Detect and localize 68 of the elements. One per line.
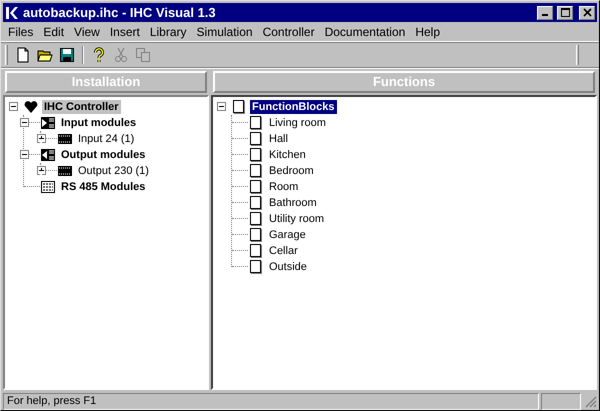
collapse-button[interactable] [217, 102, 226, 111]
collapse-button[interactable] [20, 150, 29, 159]
input-module-icon [40, 115, 56, 131]
tree-item[interactable]: Living room [267, 116, 328, 130]
menu-item[interactable]: Controller [258, 22, 320, 40]
module-icon [57, 163, 73, 179]
menu-item[interactable]: Files [3, 22, 38, 40]
page-icon [248, 259, 264, 275]
expand-button[interactable] [37, 134, 46, 143]
tree-item[interactable]: Hall [267, 132, 290, 146]
question-mark-icon[interactable] [91, 47, 107, 63]
close-icon [582, 8, 592, 17]
minus-icon [219, 104, 224, 109]
module-icon [57, 131, 73, 147]
maximize-button[interactable] [557, 6, 573, 20]
panel-header: Installation [5, 71, 207, 93]
tree-item[interactable]: Bedroom [267, 164, 316, 178]
page-icon [248, 195, 264, 211]
tree-item[interactable]: Garage [267, 228, 308, 242]
minus-icon [22, 120, 27, 125]
menu-item[interactable]: Library [144, 22, 192, 40]
menu-item[interactable]: Simulation [192, 22, 258, 40]
new-file-icon[interactable] [15, 47, 31, 63]
heart-icon [23, 99, 39, 115]
output-module-icon [40, 147, 56, 163]
tree-item[interactable]: Cellar [267, 244, 300, 258]
tree-item[interactable]: Utility room [267, 212, 326, 226]
page-icon [248, 131, 264, 147]
minus-icon [11, 104, 16, 109]
page-icon [231, 99, 247, 115]
status-text: For help, press F1 [3, 392, 539, 410]
tree-item[interactable]: Kitchen [267, 148, 308, 162]
menu-item[interactable]: Documentation [320, 22, 410, 40]
page-icon [248, 179, 264, 195]
collapse-button[interactable] [20, 118, 29, 127]
app-logo-icon [5, 6, 19, 20]
window-title: autobackup.ihc - IHC Visual 1.3 [23, 4, 217, 22]
minus-icon [22, 152, 27, 157]
bus-module-icon [40, 179, 56, 195]
menu-item[interactable]: Insert [104, 22, 145, 40]
tree-item[interactable]: Output 230 (1) [76, 164, 151, 178]
page-icon [248, 147, 264, 163]
maximize-icon [560, 8, 570, 17]
page-icon [248, 211, 264, 227]
tree-item[interactable]: Bathroom [267, 196, 319, 210]
tree-item[interactable]: IHC Controller [42, 100, 121, 114]
resize-grip-icon[interactable] [583, 394, 597, 408]
status-panel [541, 392, 581, 410]
page-icon [248, 227, 264, 243]
tree-item[interactable]: Output modules [59, 148, 148, 162]
page-icon [248, 115, 264, 131]
menu-item[interactable]: View [69, 22, 105, 40]
tree-item[interactable]: Input modules [59, 116, 138, 130]
tree-item[interactable]: Input 24 (1) [76, 132, 136, 146]
close-button[interactable] [579, 6, 595, 20]
menu-item[interactable]: Edit [38, 22, 70, 40]
save-icon[interactable] [59, 47, 75, 63]
panel-header: Functions [213, 71, 595, 93]
expand-button[interactable] [37, 166, 46, 175]
minimize-button[interactable] [537, 6, 553, 20]
tree-item[interactable]: Room [267, 180, 300, 194]
menu-item[interactable]: Help [410, 22, 445, 40]
collapse-button[interactable] [9, 102, 18, 111]
tree-item[interactable]: Outside [267, 260, 309, 274]
tree-item[interactable]: FunctionBlocks [250, 100, 337, 114]
tree-item[interactable]: RS 485 Modules [59, 180, 148, 194]
page-icon [248, 243, 264, 259]
page-icon [248, 163, 264, 179]
